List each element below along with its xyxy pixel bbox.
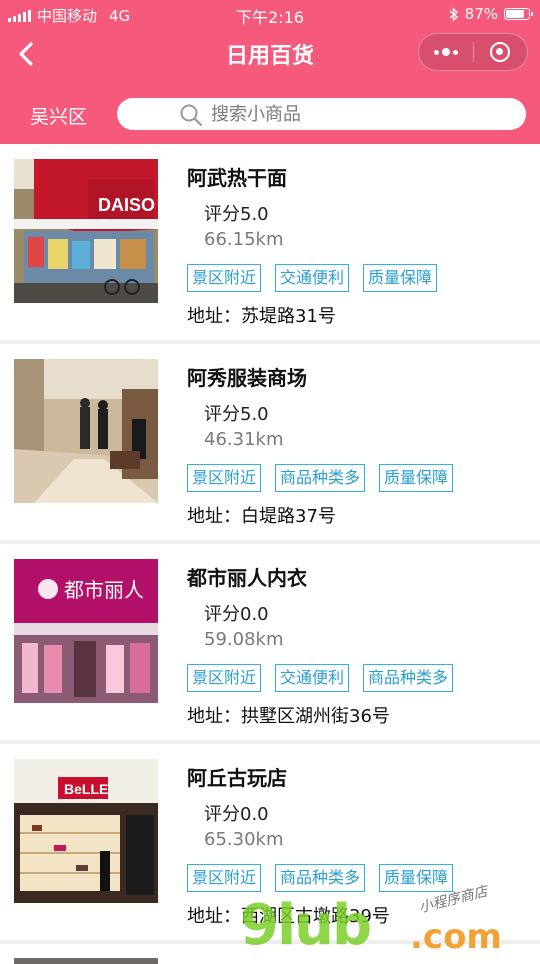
store-tag: 交通便利 <box>275 264 350 292</box>
store-distance: 66.15km <box>204 229 284 250</box>
store-item[interactable] <box>0 944 540 964</box>
store-rating: 评分0.0 <box>204 604 269 625</box>
store-distance: 65.30km <box>204 829 284 850</box>
store-tags: 景区附近 交通便利 质量保障 <box>187 264 438 292</box>
store-tag: 质量保障 <box>363 264 438 292</box>
store-item[interactable]: 都市丽人 都市丽人内衣 评分0.0 59.08km 景区附近 交通便利 商品种类… <box>0 544 540 744</box>
close-mini-program-button[interactable] <box>474 34 528 70</box>
store-tag: 景区附近 <box>187 264 262 292</box>
store-image: DAISO <box>14 159 158 303</box>
store-item[interactable]: DAISO 阿武热干面 评分5.0 66.15km 景区附近 交通便利 质量保障… <box>0 144 540 344</box>
search-box[interactable] <box>117 98 526 130</box>
mini-program-capsule <box>418 33 528 71</box>
store-distance: 59.08km <box>204 629 284 650</box>
search-input[interactable] <box>209 102 463 126</box>
store-image: BeLLE <box>14 759 158 903</box>
store-tag: 商品种类多 <box>275 864 366 892</box>
store-item[interactable]: BeLLE 阿丘古玩店 评分0.0 65.30km 景区附近 商品种类多 质量保… <box>0 744 540 944</box>
battery-percent: 87% <box>464 5 498 23</box>
store-rating: 评分0.0 <box>204 804 269 825</box>
store-name: 阿武热干面 <box>187 166 287 190</box>
store-image-sign: BeLLE <box>64 781 108 797</box>
store-list: DAISO 阿武热干面 评分5.0 66.15km 景区附近 交通便利 质量保障… <box>0 144 540 964</box>
store-tag: 商品种类多 <box>275 464 366 492</box>
store-tag: 交通便利 <box>275 664 350 692</box>
target-circle-icon <box>490 42 511 62</box>
store-name: 都市丽人内衣 <box>187 566 307 590</box>
store-tags: 景区附近 商品种类多 质量保障 <box>187 464 454 492</box>
search-bar: 吴兴区 <box>0 80 540 144</box>
store-name: 阿丘古玩店 <box>187 766 287 790</box>
store-address: 地址：苏堤路31号 <box>187 306 336 327</box>
store-tag: 景区附近 <box>187 664 262 692</box>
search-icon <box>180 104 203 127</box>
store-address: 地址：西湖区古墩路39号 <box>187 906 390 927</box>
store-rating: 评分5.0 <box>204 404 269 425</box>
store-rating: 评分5.0 <box>204 204 269 225</box>
store-item[interactable]: 阿秀服装商场 评分5.0 46.31km 景区附近 商品种类多 质量保障 地址：… <box>0 344 540 544</box>
store-tag: 景区附近 <box>187 864 262 892</box>
store-address: 地址：拱墅区湖州街36号 <box>187 706 390 727</box>
store-image-sign: 都市丽人 <box>64 578 144 602</box>
status-bar: 中国移动 4G 下午2:16 87% <box>0 0 540 28</box>
store-tags: 景区附近 商品种类多 质量保障 <box>187 864 454 892</box>
store-image: 都市丽人 <box>14 559 158 703</box>
battery-icon <box>504 8 533 20</box>
store-name: 阿秀服装商场 <box>187 366 307 390</box>
store-tag: 商品种类多 <box>363 664 454 692</box>
nav-bar: 日用百货 <box>0 28 540 80</box>
store-tag: 质量保障 <box>379 464 454 492</box>
more-dots-icon <box>433 48 458 56</box>
store-image <box>14 359 158 503</box>
store-tag: 景区附近 <box>187 464 262 492</box>
more-button[interactable] <box>419 34 473 70</box>
district-selector[interactable]: 吴兴区 <box>30 102 87 129</box>
store-address: 地址：白堤路37号 <box>187 506 336 527</box>
store-tags: 景区附近 交通便利 商品种类多 <box>187 664 454 692</box>
store-image-sign: DAISO <box>98 195 155 215</box>
store-distance: 46.31km <box>204 429 284 450</box>
bluetooth-icon <box>449 6 458 22</box>
store-image <box>14 958 158 964</box>
store-tag: 质量保障 <box>379 864 454 892</box>
